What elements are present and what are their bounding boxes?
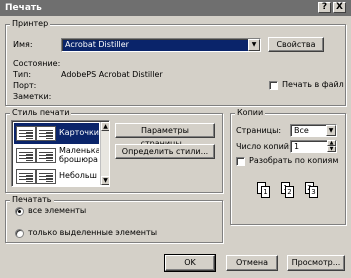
print-style-group-label: Стиль печати: [10, 108, 72, 118]
list-item[interactable]: Карточки: [14, 123, 99, 144]
type-value: AdobePS Acrobat Distiller: [61, 70, 163, 79]
card-style-icon: [36, 126, 56, 141]
chevron-down-icon[interactable]: ▼: [248, 39, 260, 51]
scroll-up-icon[interactable]: ▲: [101, 122, 109, 131]
copies-count-value: 1: [294, 142, 300, 151]
collate-page: 2: [285, 186, 294, 198]
scroll-down-icon[interactable]: ▼: [101, 176, 109, 185]
status-label: Состояние:: [13, 59, 61, 68]
window-title: Печать: [5, 3, 42, 13]
printer-name-label: Имя:: [13, 40, 33, 49]
selected-items-radio[interactable]: [15, 229, 24, 238]
properties-button[interactable]: Свойства: [268, 37, 324, 52]
chevron-down-icon[interactable]: ▼: [326, 125, 336, 136]
style-item-label: Маленька брошюра: [59, 146, 99, 164]
printer-group-label: Принтер: [10, 19, 51, 29]
booklet-style-icon: [36, 148, 56, 163]
close-button[interactable]: X: [333, 2, 346, 13]
style-item-label: Карточки: [59, 128, 99, 137]
print-to-file-checkbox[interactable]: [269, 81, 278, 90]
list-item[interactable]: Маленька брошюра: [14, 145, 99, 166]
collate-label: Разобрать по копиям: [249, 156, 339, 165]
style-item-label: Небольш: [59, 171, 97, 180]
collate-page: 1: [261, 186, 270, 198]
collate-page: 3: [309, 186, 318, 198]
define-styles-button[interactable]: Определить стили...: [115, 144, 215, 159]
type-label: Тип:: [13, 70, 32, 79]
printer-name-select[interactable]: Acrobat Distiller: [61, 38, 261, 52]
spin-down-icon[interactable]: ▼: [327, 146, 336, 152]
page-setup-button[interactable]: Параметры страницы...: [115, 123, 215, 148]
print-to-file-label: Печать в файл: [282, 80, 344, 89]
all-items-label: все элементы: [28, 206, 87, 215]
style-list-scrollbar[interactable]: ▲ ▼: [100, 122, 109, 185]
list-item[interactable]: Небольш: [14, 167, 99, 186]
preview-button[interactable]: Просмотр...: [287, 255, 345, 271]
cancel-button[interactable]: Отмена: [226, 255, 278, 271]
print-range-group-label: Печатать: [10, 195, 54, 205]
all-items-radio[interactable]: [15, 207, 24, 216]
selected-items-label: только выделенные элементы: [28, 228, 158, 237]
pages-value: Все: [294, 126, 309, 135]
card-style-icon: [16, 126, 36, 141]
booklet-style-icon: [16, 148, 36, 163]
comment-label: Заметки:: [13, 92, 52, 101]
printer-name-value: Acrobat Distiller: [65, 40, 129, 49]
pages-label: Страницы:: [236, 126, 282, 135]
collate-checkbox[interactable]: [236, 157, 245, 166]
small-booklet-style-icon: [16, 169, 36, 184]
style-list[interactable]: Карточки Маленька брошюра Небольш ▲ ▼: [11, 120, 110, 187]
copies-group-label: Копии: [235, 108, 266, 118]
small-booklet-style-icon: [36, 169, 56, 184]
help-button[interactable]: ?: [318, 2, 331, 13]
copies-count-label: Число копий:: [236, 142, 292, 151]
port-label: Порт:: [13, 81, 37, 90]
title-bar: Печать: [0, 0, 351, 16]
ok-button[interactable]: OK: [164, 254, 216, 272]
